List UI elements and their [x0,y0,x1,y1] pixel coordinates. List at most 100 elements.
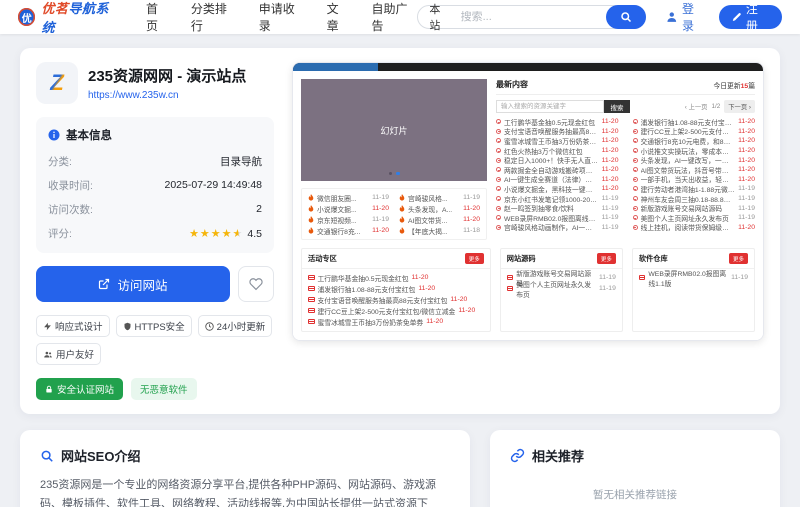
seo-description: 235资源网是一个专业的网络资源分享平台,提供各种PHP源码、网站源码、游戏源码… [40,476,450,507]
visit-site-button[interactable]: 访问网站 [36,266,230,302]
info-icon [48,129,60,141]
fire-icon [308,205,314,212]
preview-pagination: ‹ 上一页 1/2 下一页 › [685,100,755,113]
next-page-button[interactable]: 下一页 › [724,100,755,113]
minus-circle-icon [633,119,638,124]
list-item: 京东小红书发笔记领1000-2000个京豆 11-19 [496,194,619,204]
lock-icon [45,385,53,394]
brand-name: 优茗导航系统 [41,0,120,36]
nav-link[interactable]: 文章 [327,0,350,34]
list-item: 宫崎骏风格动画制作，AI一键生成温馨治愈... 11-19 [496,223,619,233]
minus-circle-icon [633,148,638,153]
hot-list-item: 交通银行8充... 11-20 [308,225,389,236]
hot-list-item: 微信朋友圈... 11-19 [308,192,389,203]
minus-circle-icon [496,158,501,163]
preview-search-input[interactable] [496,100,604,113]
list-item: 浦发银行抽1.08-88元支付宝红包 11-20 [308,283,484,294]
list-item: WEB录屏RMB02.0报图离线1.1版 11-19 [496,213,619,223]
nav-link[interactable]: 申请收录 [259,0,305,34]
list-item: 美图个人主页网址永久发布页 11-19 [507,283,616,294]
tag-responsive: 响应式设计 [36,315,110,337]
info-row: 访问次数: 2 [48,197,262,221]
site-search: 本站 [417,5,646,29]
security-badges: 安全认证网站 无恶意软件 [36,378,274,400]
info-row: 分类: 目录导航 [48,149,262,173]
rating-row: 评分: ★★★★★4.5 [48,221,262,245]
register-button[interactable]: 注册 [719,5,782,29]
more-button[interactable]: 更多 [729,253,748,264]
list-item: 美图个人主页网址永久发布页 11-19 [633,213,756,223]
minus-circle-icon [633,129,638,134]
list-item: 建行CC豆上架2-500元支付宝红包/微信立减金 11-20 [308,305,484,316]
z-logo-icon: Z [43,69,71,97]
tag-friendly: 用户友好 [36,343,101,365]
site-tags: 响应式设计 HTTPS安全 24小时更新 用户友好 [36,315,274,365]
minus-circle-icon [496,186,501,191]
list-item: 一部手机，当天出收益，轻松日入5张+，小白... 11-20 [633,175,756,185]
minus-circle-icon [633,158,638,163]
tag-updates: 24小时更新 [198,315,273,337]
list-item: 蜜雪冰城雪王币抽3万份奶茶免单券 11-20 [496,136,619,146]
list-item: 线上挂机，阅读带货保姆级教程，月入1... 11-20 [633,223,756,233]
site-url-link[interactable]: https://www.235w.cn [88,90,246,101]
search-icon [40,449,54,463]
site-screenshot-preview[interactable]: 幻灯片 微信朋友圈... 11-19 [292,62,764,341]
preview-hot-list: 微信朋友圈... 11-19 宫崎骏风格... 11-19 [301,188,487,240]
minus-circle-icon [496,129,501,134]
search-scope-label[interactable]: 本站 [429,1,450,33]
badge-certified: 安全认证网站 [36,378,123,400]
minus-circle-icon [633,138,638,143]
nav-link[interactable]: 分类排行 [191,0,237,34]
svg-text:Z: Z [49,70,65,95]
list-item: 交通银行8充10元电费，和8充30元中国移动话费 11-20 [633,136,756,146]
list-item: 稳定日入1000+！快手无人直播带货新玩法，... 11-20 [496,155,619,165]
fire-icon [399,216,405,223]
site-detail-card: Z 235资源网网 - 演示站点 https://www.235w.cn 基本信… [20,48,780,414]
list-item: 工行鹏华基金抽0.5元现金红包 11-20 [308,272,484,283]
preview-search-button[interactable]: 搜索 [604,100,630,113]
login-button[interactable]: 登录 [666,0,705,34]
minus-circle-icon [496,148,501,153]
site-summary-column: Z 235资源网网 - 演示站点 https://www.235w.cn 基本信… [36,62,274,400]
related-card: 相关推荐 暂无相关推荐链接 [490,430,780,507]
site-logo: Z [36,62,78,104]
page-title: 235资源网网 - 演示站点 [88,65,246,86]
card-icon [507,286,514,291]
minus-circle-icon [633,225,638,230]
section-source-code: 网站源码 更多 新版游戏账号交易网站源码 11-19 [500,248,623,332]
nav-link[interactable]: 首页 [146,0,169,34]
rating-value: 4.5 [247,228,262,240]
section-software: 软件仓库 更多 WEB录屏RMB02.0报图离线1.1版 11-19 [632,248,755,332]
hot-list-item: 小说爆文掘... 11-20 [308,203,389,214]
more-button[interactable]: 更多 [465,253,484,264]
list-item: 建行劳动者港湾抽1-1.88元微信立减金 11-19 [633,184,756,194]
carousel-dots [301,172,487,176]
user-icon [666,11,678,23]
list-item: 两款掘金全自动游戏搬砖项目，日入1k+，稳... 11-20 [496,165,619,175]
preview-navbar [293,63,763,71]
page-indicator: 1/2 [711,103,720,110]
lightning-icon [43,322,52,331]
list-item: 神州车友会周三抽0.18-88.8元微信红包 11-19 [633,194,756,204]
tag-https: HTTPS安全 [116,315,192,337]
card-icon [507,275,514,280]
section-activity: 活动专区 更多 工行鹏华基金抽0.5元现金红包 11-20 [301,248,491,332]
hot-list-item: 京东短视频... 11-19 [308,214,389,225]
today-update-count: 今日更新15篇 [713,80,755,90]
star-rating-icons: ★★★★★ [189,228,243,240]
minus-circle-icon [496,206,501,211]
nav-link[interactable]: 自助广告 [371,0,417,34]
hot-list-item: 【年底大揭... 11-18 [399,225,480,236]
search-input[interactable] [461,11,606,23]
minus-circle-icon [633,206,638,211]
more-button[interactable]: 更多 [597,253,616,264]
search-button[interactable] [606,5,647,29]
minus-circle-icon [496,225,501,230]
prev-page-button[interactable]: ‹ 上一页 [685,102,708,111]
users-icon [43,350,53,359]
latest-list-col1: 工行鹏华基金抽0.5元现金红包 11-20 支付宝语音唤醒服务抽最高88元支付宝… [496,117,619,232]
card-icon [308,286,315,291]
fire-icon [399,227,405,234]
latest-list-col2: 浦发银行抽1.08-88元支付宝红包 11-20 建行CC豆上架2-500元支付… [633,117,756,232]
favorite-button[interactable] [238,266,274,302]
